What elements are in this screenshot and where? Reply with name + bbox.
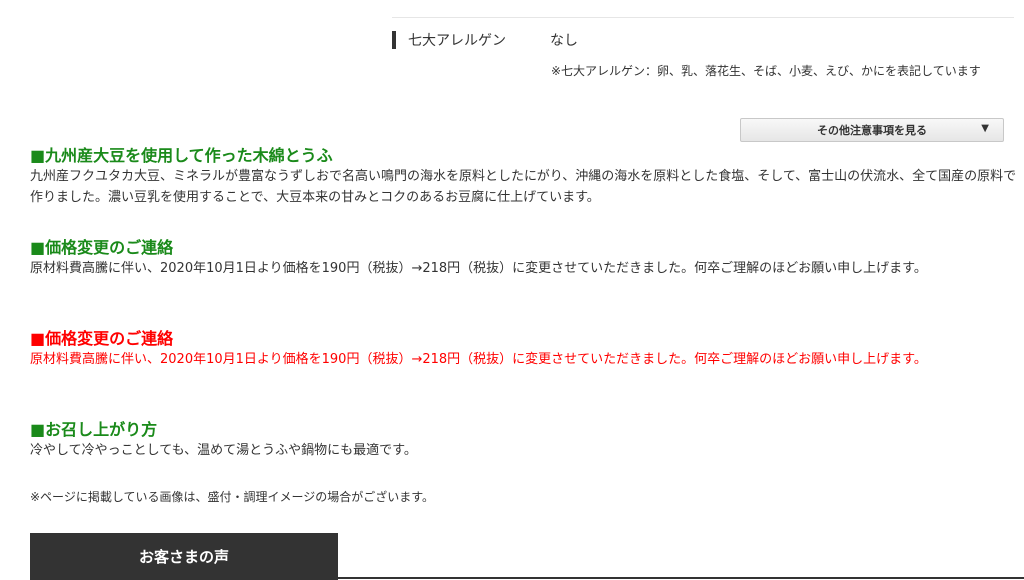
customer-voice-tab[interactable]: お客さまの声 [30,533,338,580]
section-price-change-notice: ■価格変更のご連絡 原材料費高騰に伴い、2020年10月1日より価格を190円（… [30,329,1020,370]
section-body: 九州産フクユタカ大豆、ミネラルが豊富なうずしおで名高い鳴門の海水を原料としたにが… [30,169,1017,205]
section-how-to-eat: ■お召し上がり方 冷やして冷やっことしても、温めて湯とうふや鍋物にも最適です。 [30,420,1020,461]
allergen-label: 七大アレルゲン [408,33,506,49]
allergen-marker [392,31,396,49]
section-body: 原材料費高騰に伴い、2020年10月1日より価格を190円（税抜）→218円（税… [30,261,927,276]
section-title: ■価格変更のご連絡 [30,238,174,257]
allergen-row: 七大アレルゲン なし [392,30,578,50]
allergen-value: なし [550,33,578,49]
section-title: ■価格変更のご連絡 [30,329,174,348]
customer-voice-label: お客さまの声 [138,548,229,566]
section-price-change: ■価格変更のご連絡 原材料費高騰に伴い、2020年10月1日より価格を190円（… [30,238,1020,279]
allergen-note: ※七大アレルゲン：卵、乳、落花生、そば、小麦、えび、かにを表記しています [551,64,981,78]
more-notes-button[interactable]: その他注意事項を見る ▼ [740,118,1004,142]
section-body: 冷やして冷やっことしても、温めて湯とうふや鍋物にも最適です。 [30,443,417,458]
section-description: ■九州産大豆を使用して作った木綿とうふ 九州産フクユタカ大豆、ミネラルが豊富なう… [30,146,1020,208]
section-body: 原材料費高騰に伴い、2020年10月1日より価格を190円（税抜）→218円（税… [30,352,927,367]
tab-underline [338,577,1024,579]
more-notes-label: その他注意事項を見る [817,124,927,137]
image-note: ※ページに掲載している画像は、盛付・調理イメージの場合がございます。 [30,490,435,504]
triangle-down-icon: ▼ [981,123,989,134]
section-title: ■九州産大豆を使用して作った木綿とうふ [30,146,333,165]
top-divider [392,17,1014,18]
section-title: ■お召し上がり方 [30,420,158,439]
